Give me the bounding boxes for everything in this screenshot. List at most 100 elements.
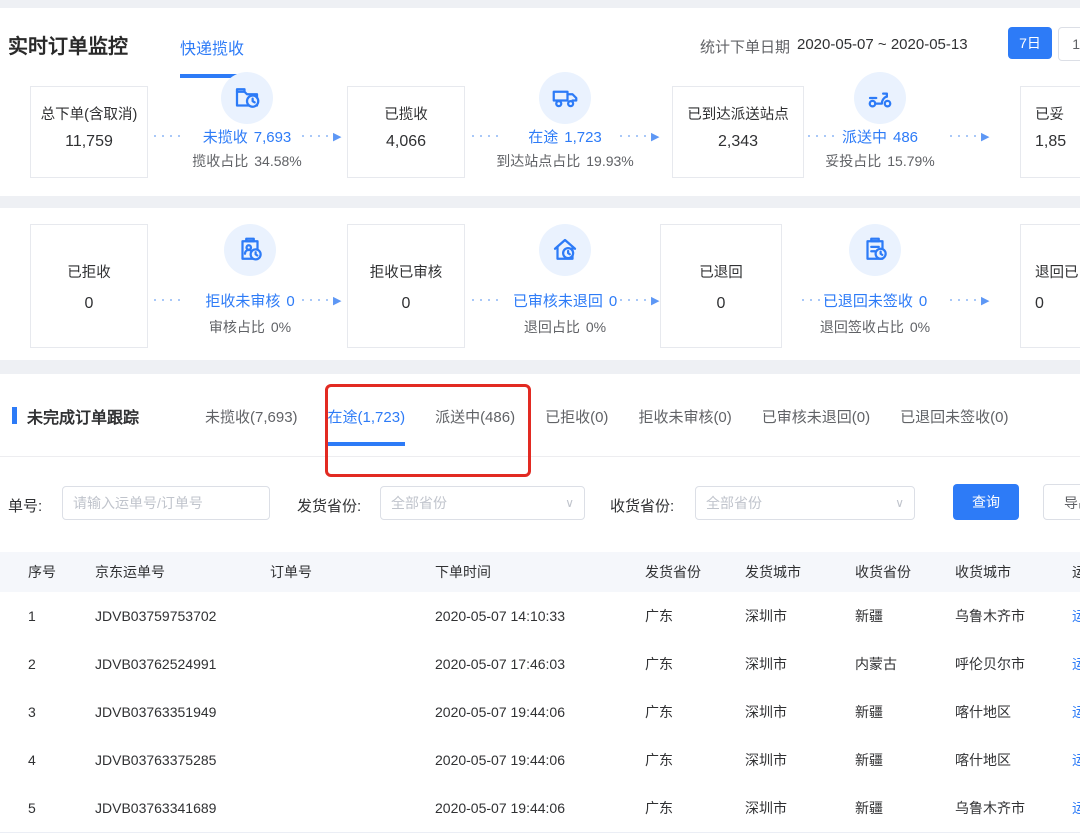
- stat-label: 已揽收: [348, 103, 464, 124]
- cell-index: 4: [28, 736, 36, 784]
- cell-waybill: JDVB03762524991: [95, 640, 216, 688]
- cell-index: 1: [28, 592, 36, 640]
- tabs-divider: [0, 456, 1080, 457]
- tab-not-picked[interactable]: 未揽收(7,693): [205, 406, 298, 427]
- recv-province-select[interactable]: 全部省份 ∨: [695, 486, 915, 520]
- tab-in-transit[interactable]: 在途(1,723): [328, 406, 406, 427]
- stat-card-delivered: 已妥 1,85: [1020, 86, 1080, 178]
- table-row[interactable]: 4 JDVB03763375285 2020-05-07 19:44:06 广东…: [0, 736, 1080, 785]
- cell-edge-link[interactable]: 运: [1072, 736, 1080, 784]
- cell-send-city: 深圳市: [745, 592, 787, 640]
- tab-delivering[interactable]: 派送中(486): [435, 406, 515, 427]
- col-order: 订单号: [270, 552, 312, 592]
- cell-send-province: 广东: [645, 784, 673, 832]
- cell-index: 3: [28, 688, 36, 736]
- col-waybill: 京东运单号: [95, 552, 165, 592]
- cell-time: 2020-05-07 19:44:06: [435, 784, 565, 832]
- step-label: 派送中: [842, 129, 887, 146]
- date-range-value[interactable]: 2020-05-07 ~ 2020-05-13: [797, 36, 968, 53]
- stat-card-returned: 已退回 0: [660, 224, 782, 348]
- step-value: 0: [286, 293, 294, 310]
- tab-returned-unsigned[interactable]: 已退回未签收(0): [900, 406, 1008, 427]
- clipboard-clock-icon: [849, 224, 901, 276]
- col-send-province: 发货省份: [645, 552, 701, 592]
- section-title: 未完成订单跟踪: [27, 404, 139, 428]
- cell-send-province: 广东: [645, 592, 673, 640]
- chevron-down-icon: ∨: [565, 487, 574, 519]
- col-send-city: 发货城市: [745, 552, 801, 592]
- stat-label: 已妥: [1035, 103, 1064, 124]
- stat-value: 0: [31, 295, 147, 313]
- date-stat-label: 统计下单日期: [700, 36, 790, 57]
- tab-reject-unreviewed[interactable]: 拒收未审核(0): [638, 406, 731, 427]
- table-row[interactable]: 2 JDVB03762524991 2020-05-07 17:46:03 广东…: [0, 640, 1080, 689]
- tab-rejected[interactable]: 已拒收(0): [545, 406, 608, 427]
- cell-edge-link[interactable]: 运: [1072, 592, 1080, 640]
- cell-recv-province: 新疆: [855, 736, 883, 784]
- recv-province-value: 全部省份: [706, 495, 762, 511]
- send-province-label: 发货省份:: [297, 495, 361, 516]
- page-title: 实时订单监控: [8, 30, 128, 59]
- cell-recv-city: 喀什地区: [955, 736, 1011, 784]
- stat-value: 2,343: [673, 133, 803, 151]
- send-province-select[interactable]: 全部省份 ∨: [380, 486, 585, 520]
- cell-send-province: 广东: [645, 736, 673, 784]
- cell-index: 5: [28, 784, 36, 832]
- export-button[interactable]: 导出: [1043, 484, 1080, 520]
- range-7day-button[interactable]: 7日: [1008, 27, 1052, 59]
- cell-edge-link[interactable]: 运: [1072, 784, 1080, 832]
- stat-label: 总下单(含取消): [31, 103, 147, 124]
- cell-time: 2020-05-07 14:10:33: [435, 592, 565, 640]
- returned-unsigned-link[interactable]: 已退回未签收 0: [780, 290, 970, 311]
- flow-arrow-icon: ····▶: [300, 294, 341, 306]
- cell-waybill: JDVB03763341689: [95, 784, 216, 832]
- arrived-ratio: 到达站点占比19.93%: [470, 151, 660, 171]
- cell-recv-province: 新疆: [855, 688, 883, 736]
- col-order-time: 下单时间: [435, 552, 491, 592]
- flow-arrow-icon: ····▶: [300, 130, 341, 142]
- step-label: 已退回未签收: [823, 293, 913, 310]
- cell-send-city: 深圳市: [745, 640, 787, 688]
- page-header: 实时订单监控 快递揽收 统计下单日期 2020-05-07 ~ 2020-05-…: [0, 8, 1080, 79]
- cell-edge-link[interactable]: 运: [1072, 688, 1080, 736]
- cell-waybill: JDVB03763375285: [95, 736, 216, 784]
- stat-card-reject-reviewed: 拒收已审核 0: [347, 224, 465, 348]
- pickup-flow-panel: 总下单(含取消) 11,759 ···· 未揽收7,693 揽收占比34.58%…: [0, 78, 1080, 196]
- cell-recv-city: 呼伦贝尔市: [955, 640, 1025, 688]
- flow-arrow-icon: ····▶: [618, 130, 659, 142]
- cell-index: 2: [28, 640, 36, 688]
- step-label: 已审核未退回: [513, 293, 603, 310]
- parcel-clock-icon: [221, 72, 273, 124]
- table-row[interactable]: 3 JDVB03763351949 2020-05-07 19:44:06 广东…: [0, 688, 1080, 737]
- table-row[interactable]: 5 JDVB03763341689 2020-05-07 19:44:06 广东…: [0, 784, 1080, 833]
- step-value: 0: [919, 293, 927, 310]
- cell-send-province: 广东: [645, 640, 673, 688]
- step-value: 0: [609, 293, 617, 310]
- status-tabs: 未揽收(7,693) 在途(1,723) 派送中(486) 已拒收(0) 拒收未…: [205, 406, 1008, 427]
- cell-send-city: 深圳市: [745, 688, 787, 736]
- cell-waybill: JDVB03759753702: [95, 592, 216, 640]
- waybill-input[interactable]: [62, 486, 270, 520]
- scooter-icon: [854, 72, 906, 124]
- cell-time: 2020-05-07 19:44:06: [435, 688, 565, 736]
- red-annotation-box: [325, 384, 531, 477]
- stat-card-rejected: 已拒收 0: [30, 224, 148, 348]
- cell-recv-province: 新疆: [855, 784, 883, 832]
- tab-reviewed-unreturned[interactable]: 已审核未退回(0): [762, 406, 870, 427]
- delivering-link[interactable]: 派送中486: [785, 126, 975, 147]
- cell-edge-link[interactable]: 运: [1072, 640, 1080, 688]
- cell-recv-city: 喀什地区: [955, 688, 1011, 736]
- col-index: 序号: [28, 552, 56, 592]
- col-recv-city: 收货城市: [955, 552, 1011, 592]
- stat-value: 11,759: [31, 133, 147, 151]
- stat-value: 4,066: [348, 133, 464, 151]
- section-accent-bar: [12, 407, 17, 424]
- table-row[interactable]: 1 JDVB03759753702 2020-05-07 14:10:33 广东…: [0, 592, 1080, 641]
- flow-arrow-icon: ····▶: [948, 294, 989, 306]
- range-15day-button[interactable]: 15日: [1058, 27, 1080, 61]
- search-button[interactable]: 查询: [953, 484, 1019, 520]
- cell-send-city: 深圳市: [745, 736, 787, 784]
- stat-label: 已退回: [661, 261, 781, 282]
- cell-recv-province: 新疆: [855, 592, 883, 640]
- tab-express-pickup[interactable]: 快递揽收: [180, 35, 244, 59]
